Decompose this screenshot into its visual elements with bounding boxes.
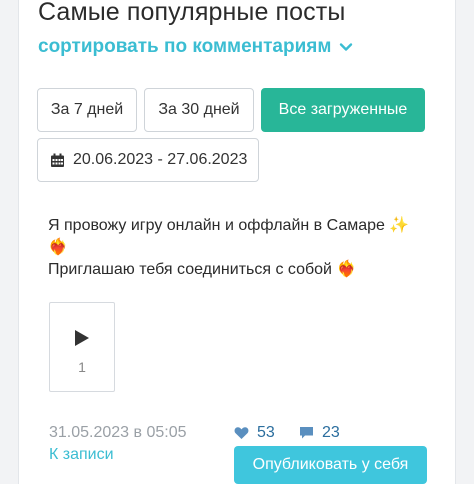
post-text: Я провожу игру онлайн и оффлайн в Самаре…	[48, 215, 438, 281]
video-thumbnail[interactable]: 1	[49, 302, 115, 392]
likes-stat: 53	[234, 424, 275, 442]
post-text-line: Я провожу игру онлайн и оффлайн в Самаре…	[48, 217, 410, 234]
post-text-line: ❤️‍🔥	[48, 239, 68, 256]
sort-label: сортировать по комментариям	[38, 36, 332, 57]
post-text-line: Приглашаю тебя соединиться с собой ❤️‍🔥	[48, 261, 357, 278]
filter-all-button[interactable]: Все загруженные	[261, 88, 425, 132]
filter-30-days-button[interactable]: За 30 дней	[144, 88, 254, 132]
filter-7-days-button[interactable]: За 7 дней	[37, 88, 137, 132]
page-title: Самые популярные посты	[38, 0, 346, 26]
media-count: 1	[78, 359, 86, 375]
comments-count: 23	[322, 424, 340, 441]
to-post-link[interactable]: К записи	[49, 446, 114, 464]
likes-count: 53	[257, 424, 275, 441]
chevron-down-icon	[340, 43, 353, 51]
comment-icon	[300, 427, 313, 439]
popular-posts-panel: Самые популярные посты сортировать по ко…	[18, 0, 456, 484]
sort-dropdown[interactable]: сортировать по комментариям	[38, 36, 353, 58]
date-range-picker[interactable]: 20.06.2023 - 27.06.2023	[37, 138, 259, 182]
publish-button[interactable]: Опубликовать у себя	[234, 446, 427, 484]
date-range-text: 20.06.2023 - 27.06.2023	[73, 151, 248, 168]
comments-stat: 23	[299, 424, 340, 442]
post-date: 31.05.2023 в 05:05	[49, 424, 187, 441]
calendar-icon	[51, 153, 64, 167]
heart-icon	[234, 427, 249, 439]
play-icon	[75, 330, 89, 346]
